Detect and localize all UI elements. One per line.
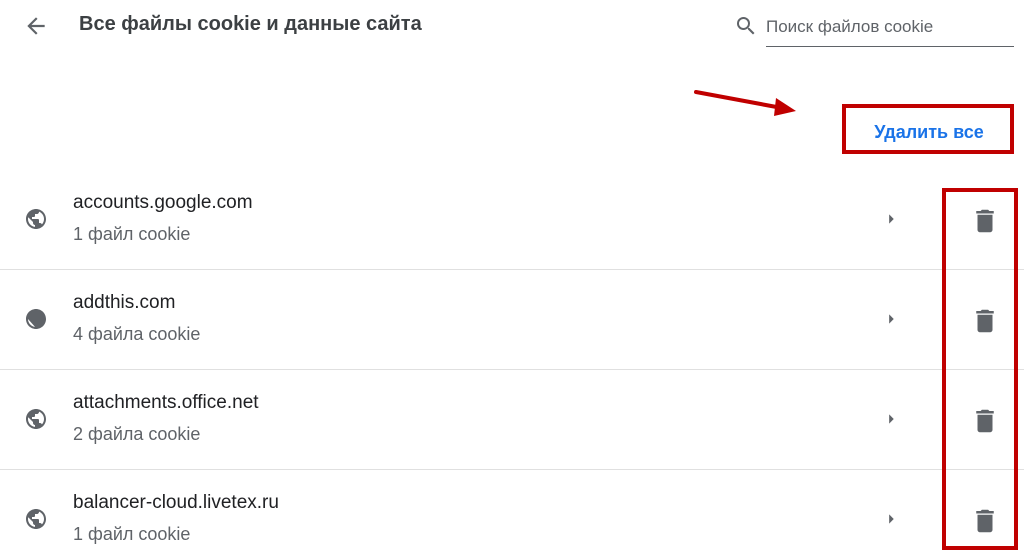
chevron-right-icon[interactable] [880,508,902,530]
chevron-right-icon[interactable] [880,308,902,330]
site-name: accounts.google.com [73,192,253,213]
cookie-count: 1 файл cookie [73,524,191,544]
site-name: attachments.office.net [73,392,259,413]
globe-icon [26,209,46,229]
delete-site-button[interactable] [968,404,1002,438]
globe-icon [26,309,46,329]
delete-all-button[interactable]: Удалить все [856,118,1002,146]
globe-icon [26,509,46,529]
search-input[interactable] [766,12,1014,47]
cookie-count: 2 файла cookie [73,424,201,444]
cookie-count: 1 файл cookie [73,224,191,244]
site-list: accounts.google.com 1 файл cookie addthi… [0,170,1024,556]
site-name: addthis.com [73,292,176,313]
chevron-right-icon[interactable] [880,208,902,230]
trash-icon [976,409,994,433]
trash-icon [976,509,994,533]
delete-site-button[interactable] [968,504,1002,538]
delete-site-button[interactable] [968,204,1002,238]
trash-icon [976,309,994,333]
site-row[interactable]: addthis.com 4 файла cookie [0,270,1024,370]
site-row[interactable]: balancer-cloud.livetex.ru 1 файл cookie [0,470,1024,556]
back-button[interactable] [20,12,52,40]
cookie-count: 4 файла cookie [73,324,201,344]
annotation-arrow [694,90,796,116]
arrow-back-icon [27,17,45,35]
search-box [734,12,1014,47]
delete-site-button[interactable] [968,304,1002,338]
search-icon [737,17,755,35]
trash-icon [976,209,994,233]
site-name: balancer-cloud.livetex.ru [73,492,279,513]
cookie-settings-page: Все файлы cookie и данные сайта Удалить … [0,0,1024,556]
chevron-right-icon[interactable] [880,408,902,430]
site-row[interactable]: accounts.google.com 1 файл cookie [0,170,1024,270]
globe-icon [26,409,46,429]
page-title: Все файлы cookie и данные сайта [79,13,422,35]
site-row[interactable]: attachments.office.net 2 файла cookie [0,370,1024,470]
